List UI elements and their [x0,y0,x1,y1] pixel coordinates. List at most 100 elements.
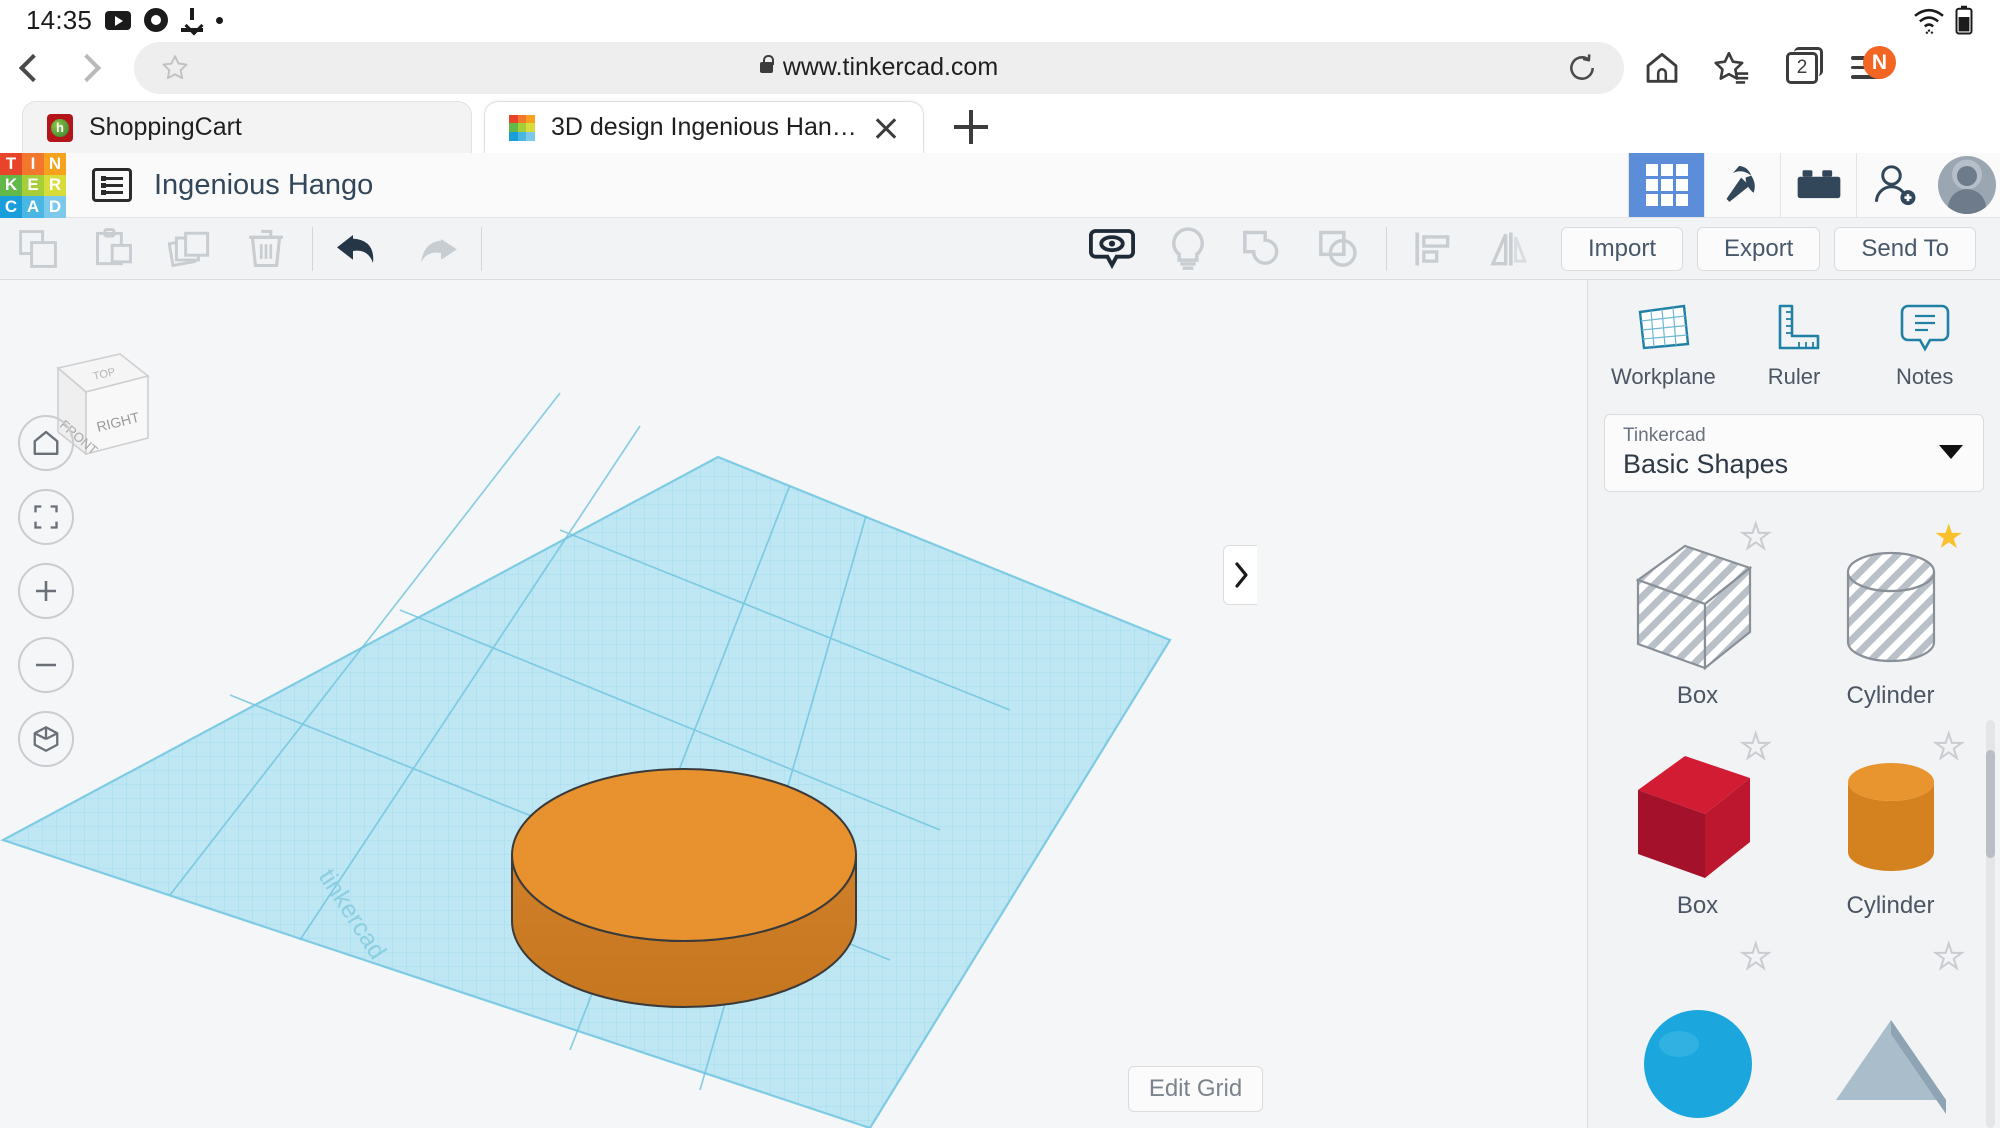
reload-icon[interactable] [1566,52,1598,84]
favorite-star-icon[interactable]: ★ [1932,939,1965,975]
shape-item-hole-cylinder[interactable]: ★ Cylinder [1799,514,1982,718]
wifi-icon [1914,8,1944,34]
shape-item-solid-box[interactable]: ★ Box [1606,724,1789,928]
browser-menu-button[interactable]: N [1838,40,1898,95]
star-icon[interactable] [160,53,190,82]
add-user-button[interactable] [1856,153,1932,217]
browser-toolbar: www.tinkercad.com 2 N [0,40,2000,95]
toolbar-divider [481,226,482,271]
canvas-3d-viewport[interactable]: tinkercad TOP FRONT RIGHT Edit Grid [0,280,1587,1128]
menu-badge: N [1863,46,1896,79]
new-tab-button[interactable] [936,101,1006,153]
lego-button[interactable] [1780,153,1856,217]
logo-cell: T [0,153,22,175]
send-to-button[interactable]: Send To [1834,226,1976,271]
list-icon[interactable] [92,168,132,202]
download-icon [181,8,204,32]
notes-icon [1900,304,1949,352]
browser-tab-tinkercad[interactable]: 3D design Ingenious Hang… [484,101,924,153]
mirror-button[interactable] [1471,218,1547,280]
chevron-right-icon [1234,562,1248,588]
omnibox[interactable]: www.tinkercad.com [134,41,1624,94]
shape-item-solid-cylinder[interactable]: ★ Cylinder [1799,724,1982,928]
tinkercad-logo[interactable]: T I N K E R C A D [0,153,66,218]
shape-item-sphere[interactable]: ★ [1606,934,1789,1128]
avatar[interactable] [1938,156,1996,214]
bookmarks-button[interactable] [1700,40,1764,95]
shoppingcart-favicon: h [47,113,73,142]
shape-label: Box [1676,682,1719,709]
notes-tool-label: Notes [1895,364,1954,389]
group-button[interactable] [1226,218,1302,280]
favorite-star-icon[interactable]: ★ [1739,939,1772,975]
back-chevron-icon [18,53,48,82]
grid-apps-icon [1645,164,1688,206]
panel-scrollbar-thumb[interactable] [1986,750,1995,858]
export-button[interactable]: Export [1696,226,1821,271]
shape-item-hole-box[interactable]: ★ Box [1606,514,1789,718]
ungroup-button[interactable] [1302,218,1378,280]
favorite-star-icon[interactable]: ★ [1934,520,1964,554]
lightbulb-button[interactable] [1150,218,1226,280]
home-view-button[interactable] [18,415,74,471]
align-icon [1415,232,1450,265]
edit-grid-button[interactable]: Edit Grid [1128,1066,1263,1112]
browser-tab-shoppingcart[interactable]: h ShoppingCart [22,101,472,153]
duplicate-button[interactable] [152,218,228,280]
panel-tools: Workplane Ruler Notes [1588,280,2000,400]
shapes-panel: Workplane Ruler Notes Tinkercad Basic Sh… [1587,280,2000,1128]
align-button[interactable] [1395,218,1471,280]
favorite-star-icon[interactable]: ★ [1739,519,1772,555]
bookmarks-icon [1714,51,1749,84]
delete-button[interactable] [228,218,304,280]
group-icon [1243,230,1279,265]
hide-show-button[interactable] [1074,218,1150,280]
shape-library-select[interactable]: Tinkercad Basic Shapes [1604,414,1984,492]
tabs-icon: 2 [1786,46,1823,84]
import-button[interactable]: Import [1560,226,1683,271]
forward-chevron-icon [72,53,102,82]
zoom-out-button[interactable] [18,637,74,693]
logo-cell: C [0,196,22,218]
tab-switcher-button[interactable]: 2 [1770,40,1834,95]
logo-cell: I [22,153,44,175]
shape-label: Cylinder [1846,892,1935,919]
copy-button[interactable] [0,218,76,280]
forward-button[interactable] [60,40,120,95]
home-button[interactable] [1630,40,1694,95]
fit-view-button[interactable] [18,489,74,545]
home-icon [1646,52,1678,83]
favorite-star-icon[interactable]: ★ [1739,729,1772,765]
undo-button[interactable] [321,218,397,280]
duplicate-icon [168,231,210,267]
ortho-view-button[interactable] [18,711,74,767]
close-icon[interactable] [873,115,899,141]
shape-item-roof[interactable]: ★ [1799,934,1982,1128]
view-navigation-buttons [18,415,74,767]
workplane [0,392,1172,1128]
favorite-star-icon[interactable]: ★ [1932,729,1965,765]
logo-cell: A [22,196,44,218]
minecraft-button[interactable] [1704,153,1780,217]
grid-apps-button[interactable] [1628,153,1704,217]
logo-cell: D [44,196,66,218]
mirror-icon [1490,232,1527,265]
paste-icon [96,227,132,265]
undo-icon [337,234,374,263]
back-button[interactable] [0,40,60,95]
panel-collapse-button[interactable] [1223,545,1257,605]
canvas-svg: tinkercad [0,392,1172,1128]
workplane-tool[interactable]: Workplane [1598,302,1729,390]
redo-button[interactable] [397,218,473,280]
logo-cell: E [22,174,44,197]
status-bar: 14:35 [0,0,2000,40]
logo-cell: K [0,174,22,197]
plus-icon [954,110,988,144]
paste-button[interactable] [76,218,152,280]
shape-label: Box [1676,892,1719,919]
zoom-in-button[interactable] [18,563,74,619]
ruler-tool[interactable]: Ruler [1729,302,1860,390]
zoom-in-icon [35,580,57,602]
tab-title: 3D design Ingenious Hang… [551,113,857,141]
notes-tool[interactable]: Notes [1859,302,1990,390]
